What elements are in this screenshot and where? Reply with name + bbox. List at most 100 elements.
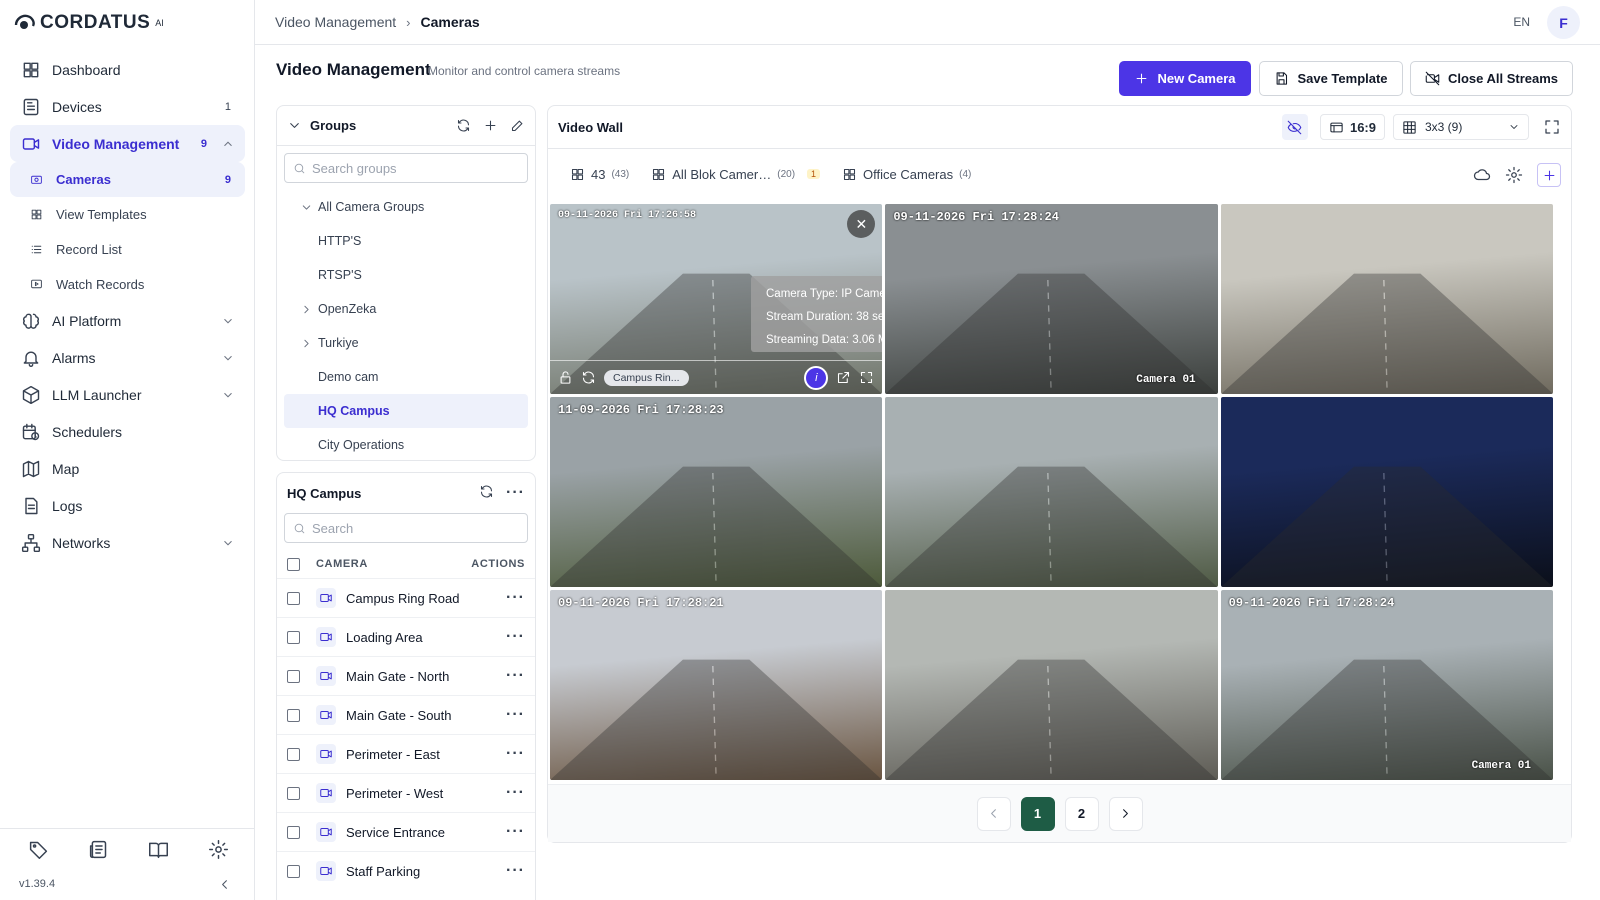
- camera-row[interactable]: Campus Ring Road ···: [277, 578, 535, 617]
- sidebar-item-dashboard[interactable]: Dashboard: [10, 51, 245, 88]
- chevron-down-icon[interactable]: [221, 536, 235, 550]
- row-actions-icon[interactable]: ···: [506, 862, 525, 880]
- chevron-up-icon[interactable]: [221, 137, 235, 151]
- group-search-input[interactable]: Search groups: [284, 153, 528, 183]
- chevron-right-icon[interactable]: [300, 303, 316, 316]
- camera-row[interactable]: Staff Parking ···: [277, 851, 535, 890]
- camera-feed[interactable]: [1220, 204, 1553, 394]
- camera-row[interactable]: Loading Area ···: [277, 617, 535, 656]
- sidebar-item-video-management[interactable]: Video Management 9: [10, 125, 245, 162]
- row-checkbox[interactable]: [287, 825, 300, 839]
- camera-search-input[interactable]: Search: [284, 513, 528, 543]
- external-link-icon[interactable]: [836, 370, 851, 385]
- sync-icon[interactable]: [581, 370, 596, 385]
- news-icon[interactable]: [88, 839, 109, 860]
- eye-off-icon[interactable]: [1281, 114, 1308, 140]
- fullscreen-icon[interactable]: [1543, 118, 1561, 136]
- select-all-checkbox[interactable]: [287, 557, 300, 571]
- unlock-icon[interactable]: [558, 370, 573, 385]
- page-button[interactable]: 2: [1064, 796, 1099, 831]
- group-item[interactable]: OpenZeka: [284, 292, 528, 326]
- camera-row[interactable]: Service Entrance ···: [277, 812, 535, 851]
- row-checkbox[interactable]: [287, 864, 300, 878]
- group-item[interactable]: HQ Campus: [284, 394, 528, 428]
- sidebar-item-schedulers[interactable]: Schedulers: [10, 413, 245, 450]
- chevron-down-icon[interactable]: [221, 314, 235, 328]
- row-checkbox[interactable]: [287, 669, 300, 683]
- edit-icon[interactable]: [510, 118, 525, 133]
- row-actions-icon[interactable]: ···: [506, 706, 525, 724]
- new-camera-button[interactable]: New Camera: [1119, 61, 1251, 96]
- breadcrumb-parent[interactable]: Video Management: [275, 14, 396, 30]
- video-wall-tab[interactable]: All Blok Camer… (20) 1: [651, 167, 821, 182]
- more-options-icon[interactable]: ···: [506, 484, 525, 502]
- group-item[interactable]: RTSP'S: [284, 258, 528, 292]
- group-item[interactable]: HTTP'S: [284, 224, 528, 258]
- camera-feed[interactable]: [885, 590, 1218, 780]
- refresh-icon[interactable]: [479, 484, 494, 502]
- sidebar-item-map[interactable]: Map: [10, 450, 245, 487]
- add-tab-icon[interactable]: [1537, 163, 1561, 187]
- language-switch[interactable]: EN: [1513, 15, 1530, 29]
- row-actions-icon[interactable]: ···: [506, 784, 525, 802]
- chevron-right-icon[interactable]: [300, 337, 316, 350]
- camera-row[interactable]: Perimeter - East ···: [277, 734, 535, 773]
- group-item[interactable]: Turkiye: [284, 326, 528, 360]
- row-actions-icon[interactable]: ···: [506, 628, 525, 646]
- sidebar-subitem-record-list[interactable]: Record List: [10, 232, 245, 267]
- row-actions-icon[interactable]: ···: [506, 667, 525, 685]
- group-item[interactable]: City Operations: [284, 428, 528, 462]
- camera-feed[interactable]: 09-11-2026 Fri 17:28:21: [550, 590, 883, 780]
- sidebar-item-networks[interactable]: Networks: [10, 524, 245, 561]
- chevron-down-icon[interactable]: [221, 388, 235, 402]
- save-template-button[interactable]: Save Template: [1259, 61, 1403, 96]
- tag-icon[interactable]: [28, 839, 49, 860]
- group-item[interactable]: Demo cam: [284, 360, 528, 394]
- camera-feed[interactable]: 11-09-2026 Fri 17:28:23: [550, 397, 883, 587]
- layout-select[interactable]: 3x3 (9): [1393, 114, 1529, 140]
- add-group-icon[interactable]: [483, 118, 498, 133]
- page-button[interactable]: 1: [1020, 796, 1055, 831]
- sidebar-item-ai-platform[interactable]: AI Platform: [10, 302, 245, 339]
- refresh-icon[interactable]: [456, 118, 471, 133]
- camera-feed[interactable]: 09-11-2026 Fri 17:26:58 ✕ Camera Type: IP …: [550, 204, 883, 394]
- sidebar-item-alarms[interactable]: Alarms: [10, 339, 245, 376]
- group-root[interactable]: All Camera Groups: [284, 190, 528, 224]
- camera-feed[interactable]: [1220, 397, 1553, 587]
- sidebar-subitem-cameras[interactable]: Cameras 9: [10, 162, 245, 197]
- gear-icon[interactable]: [208, 839, 229, 860]
- camera-feed[interactable]: [885, 397, 1218, 587]
- row-actions-icon[interactable]: ···: [506, 589, 525, 607]
- camera-row[interactable]: Main Gate - South ···: [277, 695, 535, 734]
- camera-row[interactable]: Main Gate - North ···: [277, 656, 535, 695]
- prev-page-button[interactable]: [976, 796, 1011, 831]
- next-page-button[interactable]: [1108, 796, 1143, 831]
- row-checkbox[interactable]: [287, 708, 300, 722]
- close-all-streams-button[interactable]: Close All Streams: [1410, 61, 1573, 96]
- fullscreen-icon[interactable]: [859, 370, 874, 385]
- camera-feed[interactable]: 09-11-2026 Fri 17:28:24 Camera 01: [1220, 590, 1553, 780]
- aspect-ratio-button[interactable]: 16:9: [1319, 114, 1385, 140]
- sidebar-item-llm-launcher[interactable]: LLM Launcher: [10, 376, 245, 413]
- collapse-groups-chevron-icon[interactable]: [287, 118, 302, 133]
- chevron-down-icon[interactable]: [221, 351, 235, 365]
- row-checkbox[interactable]: [287, 630, 300, 644]
- row-checkbox[interactable]: [287, 786, 300, 800]
- sidebar-subitem-view-templates[interactable]: View Templates: [10, 197, 245, 232]
- row-actions-icon[interactable]: ···: [506, 823, 525, 841]
- gear-icon[interactable]: [1505, 166, 1523, 184]
- feed-name-pill[interactable]: Campus Rin...: [604, 369, 689, 386]
- book-icon[interactable]: [148, 839, 169, 860]
- cloud-sync-icon[interactable]: [1473, 166, 1491, 184]
- row-actions-icon[interactable]: ···: [506, 745, 525, 763]
- avatar[interactable]: F: [1547, 6, 1580, 39]
- row-checkbox[interactable]: [287, 747, 300, 761]
- collapse-sidebar-icon[interactable]: [217, 877, 232, 892]
- camera-feed[interactable]: 09-11-2026 Fri 17:28:24 Camera 01: [885, 204, 1218, 394]
- camera-row[interactable]: Perimeter - West ···: [277, 773, 535, 812]
- video-wall-tab[interactable]: 43 (43): [570, 167, 629, 182]
- info-icon[interactable]: i: [804, 365, 829, 390]
- row-checkbox[interactable]: [287, 591, 300, 605]
- sidebar-subitem-watch-records[interactable]: Watch Records: [10, 267, 245, 302]
- video-wall-tab[interactable]: Office Cameras (4): [842, 167, 971, 182]
